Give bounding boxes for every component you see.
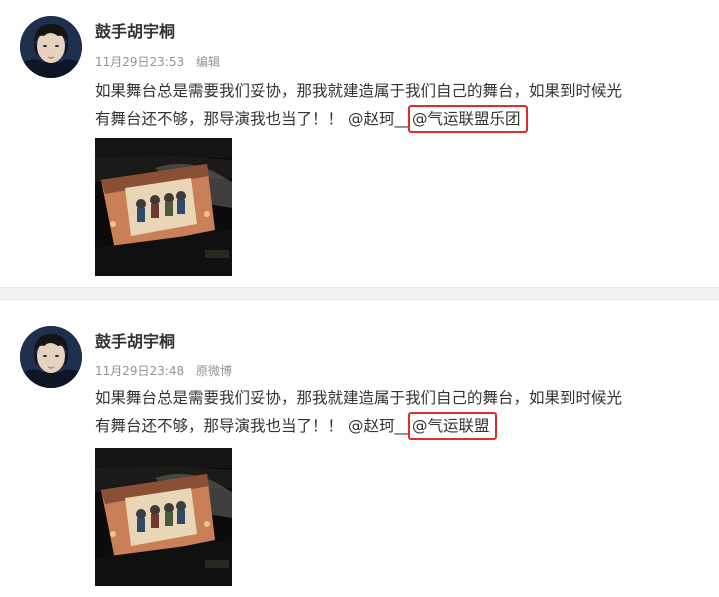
post-timestamp[interactable]: 11月29日23:53 bbox=[95, 55, 184, 69]
video-thumbnail[interactable] bbox=[95, 138, 232, 276]
post-timestamp[interactable]: 11月29日23:48 bbox=[95, 364, 184, 378]
weibo-post: 鼓手胡宇桐 11月29日23:48 原微博 如果舞台总是需要我们妥协，那我就建造… bbox=[0, 300, 719, 597]
content-line-2-text: 有舞台还不够，那导演我也当了！！ bbox=[95, 417, 344, 435]
video-thumbnail-icon bbox=[95, 138, 232, 276]
post-meta: 11月29日23:53 编辑 bbox=[95, 54, 220, 70]
video-thumbnail[interactable] bbox=[95, 448, 232, 586]
post-meta: 11月29日23:48 原微博 bbox=[95, 363, 232, 379]
mention-highlighted[interactable]: @气运联盟乐团 bbox=[407, 105, 529, 133]
edit-link[interactable]: 编辑 bbox=[196, 55, 220, 69]
post-divider bbox=[0, 287, 719, 300]
video-thumbnail-icon bbox=[95, 448, 232, 586]
content-line-2: 有舞台还不够，那导演我也当了！！ @赵珂__ @气运联盟 bbox=[95, 412, 700, 440]
author-name[interactable]: 鼓手胡宇桐 bbox=[95, 332, 175, 352]
mention-zhaoke[interactable]: @赵珂__ bbox=[348, 110, 410, 128]
weibo-post: 鼓手胡宇桐 11月29日23:53 编辑 如果舞台总是需要我们妥协，那我就建造属… bbox=[0, 0, 719, 287]
post-content: 如果舞台总是需要我们妥协，那我就建造属于我们自己的舞台，如果到时候光 有舞台还不… bbox=[95, 385, 700, 440]
post-content: 如果舞台总是需要我们妥协，那我就建造属于我们自己的舞台，如果到时候光 有舞台还不… bbox=[95, 78, 700, 133]
content-line-2: 有舞台还不够，那导演我也当了！！ @赵珂__ @气运联盟乐团 bbox=[95, 105, 700, 133]
content-line-1: 如果舞台总是需要我们妥协，那我就建造属于我们自己的舞台，如果到时候光 bbox=[95, 389, 623, 407]
content-line-1: 如果舞台总是需要我们妥协，那我就建造属于我们自己的舞台，如果到时候光 bbox=[95, 82, 623, 100]
original-post-link[interactable]: 原微博 bbox=[196, 364, 232, 378]
mention-zhaoke[interactable]: @赵珂__ bbox=[348, 417, 410, 435]
author-name[interactable]: 鼓手胡宇桐 bbox=[95, 22, 175, 42]
content-line-2-text: 有舞台还不够，那导演我也当了！！ bbox=[95, 110, 344, 128]
avatar[interactable] bbox=[20, 326, 82, 388]
avatar[interactable] bbox=[20, 16, 82, 78]
mention-highlighted[interactable]: @气运联盟 bbox=[407, 412, 498, 440]
